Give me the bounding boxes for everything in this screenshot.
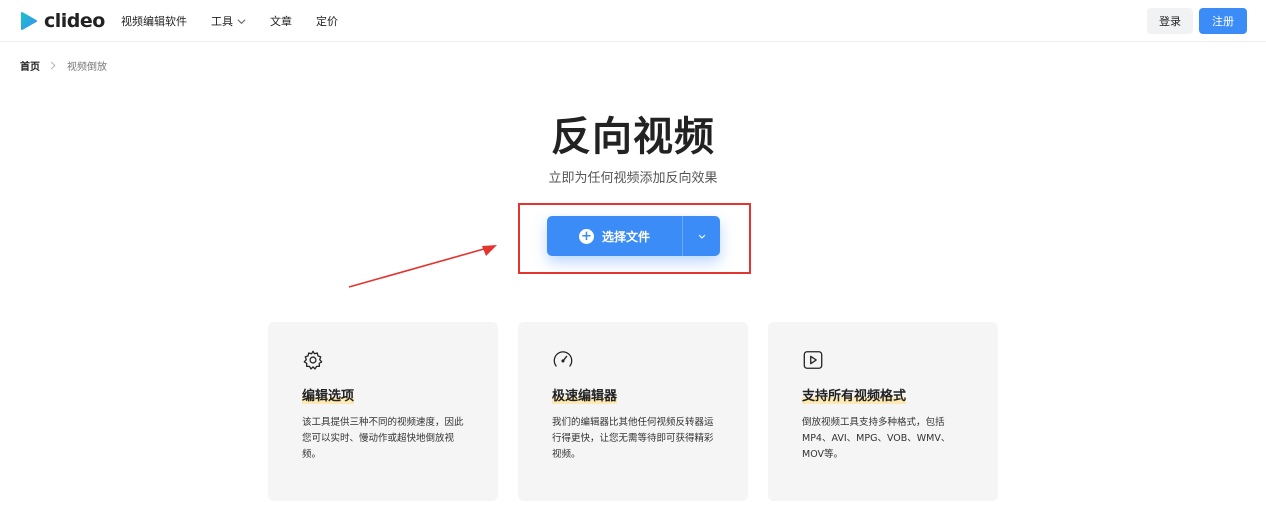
logo-text: clideo <box>44 10 105 32</box>
chevron-down-icon <box>237 18 246 24</box>
annotation-highlight-box <box>518 203 751 274</box>
breadcrumb: 首页 视频倒放 <box>20 58 107 73</box>
annotation-arrow <box>348 245 497 288</box>
logo[interactable]: clideo <box>18 9 105 33</box>
feature-card-edit-options: 编辑选项 该工具提供三种不同的视频速度，因此您可以实时、慢动作或超快地倒放视频。 <box>268 322 498 501</box>
nav-pricing[interactable]: 定价 <box>316 13 338 29</box>
play-icon <box>803 351 823 369</box>
login-button[interactable]: 登录 <box>1147 8 1193 34</box>
page-title: 反向视频 <box>551 114 715 160</box>
feature-title: 编辑选项 <box>302 389 355 404</box>
feature-description: 该工具提供三种不同的视频速度，因此您可以实时、慢动作或超快地倒放视频。 <box>302 417 464 460</box>
chevron-right-icon <box>50 61 56 70</box>
nav-video-editor[interactable]: 视频编辑软件 <box>121 13 187 29</box>
feature-description: 我们的编辑器比其他任何视频反转器运行得更快，让您无需等待即可获得精彩视频。 <box>552 417 714 460</box>
feature-title: 支持所有视频格式 <box>802 389 907 404</box>
main-nav: 视频编辑软件 工具 文章 定价 <box>121 0 338 42</box>
clideo-logo-icon <box>21 12 37 30</box>
breadcrumb-home[interactable]: 首页 <box>20 58 40 73</box>
page-subtitle: 立即为任何视频添加反向效果 <box>548 171 718 186</box>
speedometer-icon <box>553 351 573 367</box>
feature-card-fast-editor: 极速编辑器 我们的编辑器比其他任何视频反转器运行得更快，让您无需等待即可获得精彩… <box>518 322 748 501</box>
nav-tools[interactable]: 工具 <box>211 13 246 29</box>
gear-icon <box>303 350 323 370</box>
signup-button[interactable]: 注册 <box>1199 8 1247 34</box>
nav-articles[interactable]: 文章 <box>270 13 292 29</box>
nav-tools-label: 工具 <box>211 15 233 28</box>
feature-description: 倒放视频工具支持多种格式，包括MP4、AVI、MPG、VOB、WMV、MOV等。 <box>802 417 951 460</box>
breadcrumb-current: 视频倒放 <box>67 62 107 73</box>
feature-card-all-formats: 支持所有视频格式 倒放视频工具支持多种格式，包括MP4、AVI、MPG、VOB、… <box>768 322 998 501</box>
feature-title: 极速编辑器 <box>552 389 618 404</box>
top-header: clideo 视频编辑软件 工具 文章 定价 登录 注册 <box>0 0 1266 42</box>
